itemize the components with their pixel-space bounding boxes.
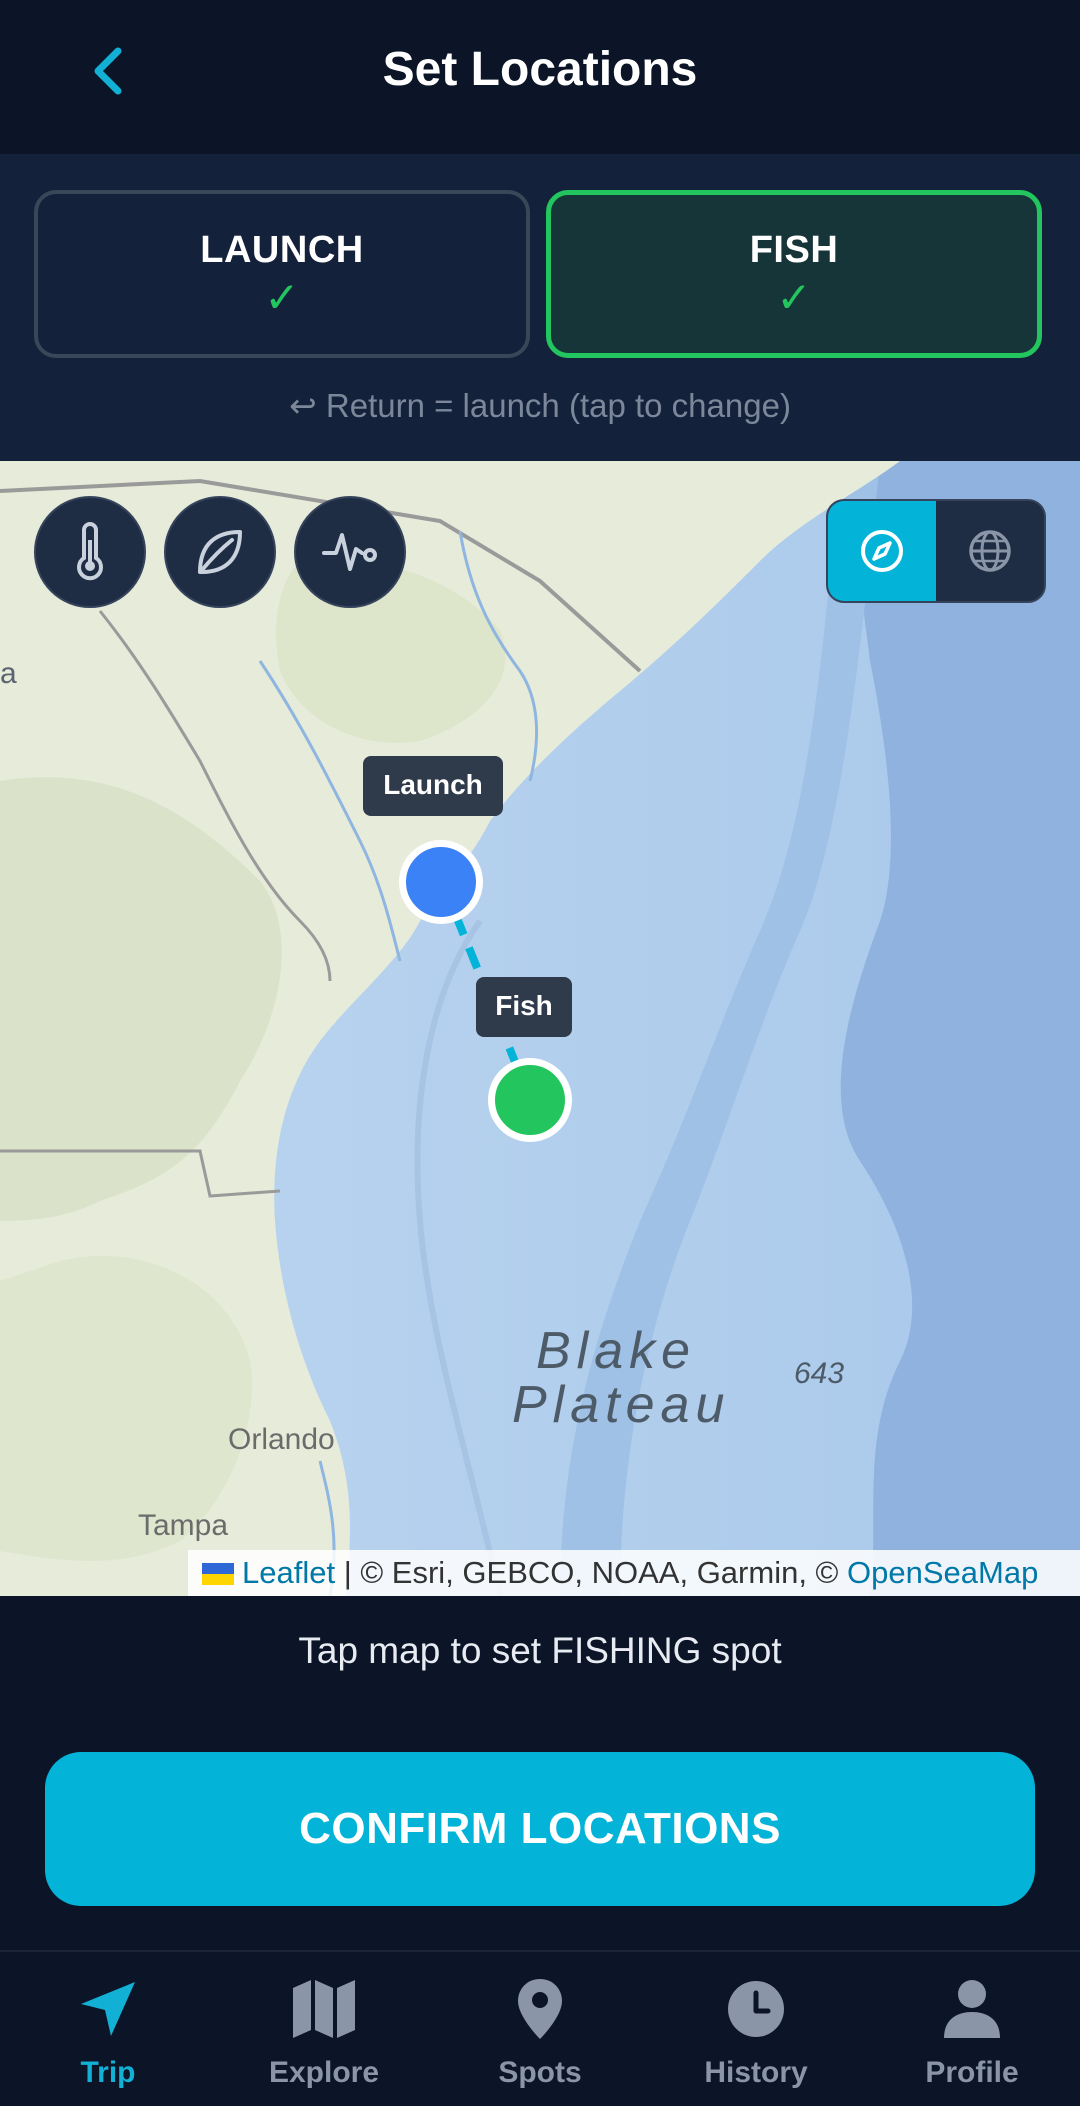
fish-segment-label: FISH [749,229,839,271]
clock-icon [728,1981,784,2037]
globe-mode-button[interactable] [936,501,1044,601]
fish-marker[interactable] [488,1058,572,1142]
map-instruction: Tap map to set FISHING spot [298,1630,782,1671]
map-label-depth: 643 [794,1357,845,1390]
attribution-text: | © Esri, GEBCO, NOAA, Garmin, © [335,1555,848,1590]
nav-item-explore[interactable]: Explore [216,1952,432,2106]
nav-item-history[interactable]: History [648,1952,864,2106]
map-view[interactable]: a Blake Plateau 643 Orlando Tampa Launch… [0,461,1080,1596]
compass-icon [861,530,903,572]
map-attribution: Leaflet | © Esri, GEBCO, NOAA, Garmin, ©… [188,1550,1080,1596]
nav-item-profile[interactable]: Profile [864,1952,1080,2106]
launch-marker-tooltip: Launch [363,756,503,816]
map-mode-toggle [826,499,1046,603]
nav-item-trip[interactable]: Trip [0,1952,216,2106]
launch-segment-label: LAUNCH [200,229,364,271]
map-pin-icon [518,1979,562,2039]
user-icon [944,1980,1000,2038]
confirm-locations-button[interactable]: CONFIRM LOCATIONS [45,1752,1035,1906]
navigation-mode-button[interactable] [828,501,936,601]
launch-check-icon: ✓ [264,274,300,321]
fish-segment-button[interactable]: FISH ✓ [546,190,1042,358]
ukraine-flag-icon [202,1563,234,1585]
header: Set Locations [0,0,1080,154]
fish-marker-tooltip: Fish [476,977,572,1037]
nav-item-spots[interactable]: Spots [432,1952,648,2106]
temperature-layer-button[interactable] [34,496,146,608]
nav-label-spots: Spots [498,2056,582,2089]
vegetation-layer-button[interactable] [164,496,276,608]
map-label-tampa: Tampa [138,1509,229,1542]
activity-layer-button[interactable] [294,496,406,608]
globe-icon [969,530,1011,572]
map-label-blake: Blake [536,1322,697,1380]
map-label-edge: a [0,657,17,690]
leaflet-link[interactable]: Leaflet [242,1555,335,1590]
map-icon [293,1980,355,2038]
bottom-nav: Trip Explore Spots History Profile [0,1950,1080,2106]
page-title: Set Locations [382,43,698,96]
fish-check-icon: ✓ [776,274,812,321]
navigation-arrow-icon [81,1982,135,2036]
nav-label-explore: Explore [268,2056,380,2089]
nav-label-history: History [704,2056,808,2089]
launch-segment-button[interactable]: LAUNCH ✓ [34,190,530,358]
map-label-orlando: Orlando [228,1423,335,1456]
return-launch-toggle[interactable]: ↩ Return = launch (tap to change) [0,384,1080,428]
launch-marker[interactable] [399,840,483,924]
nav-label-trip: Trip [80,2056,136,2089]
nav-label-profile: Profile [925,2056,1019,2089]
map-label-plateau: Plateau [512,1376,731,1434]
activity-icon [322,533,377,571]
thermometer-icon [77,522,103,581]
location-selector-panel: LAUNCH ✓ FISH ✓ ↩ Return = launch (tap t… [0,154,1080,461]
leaf-icon [198,530,242,574]
openseamap-link[interactable]: OpenSeaMap [847,1555,1038,1590]
